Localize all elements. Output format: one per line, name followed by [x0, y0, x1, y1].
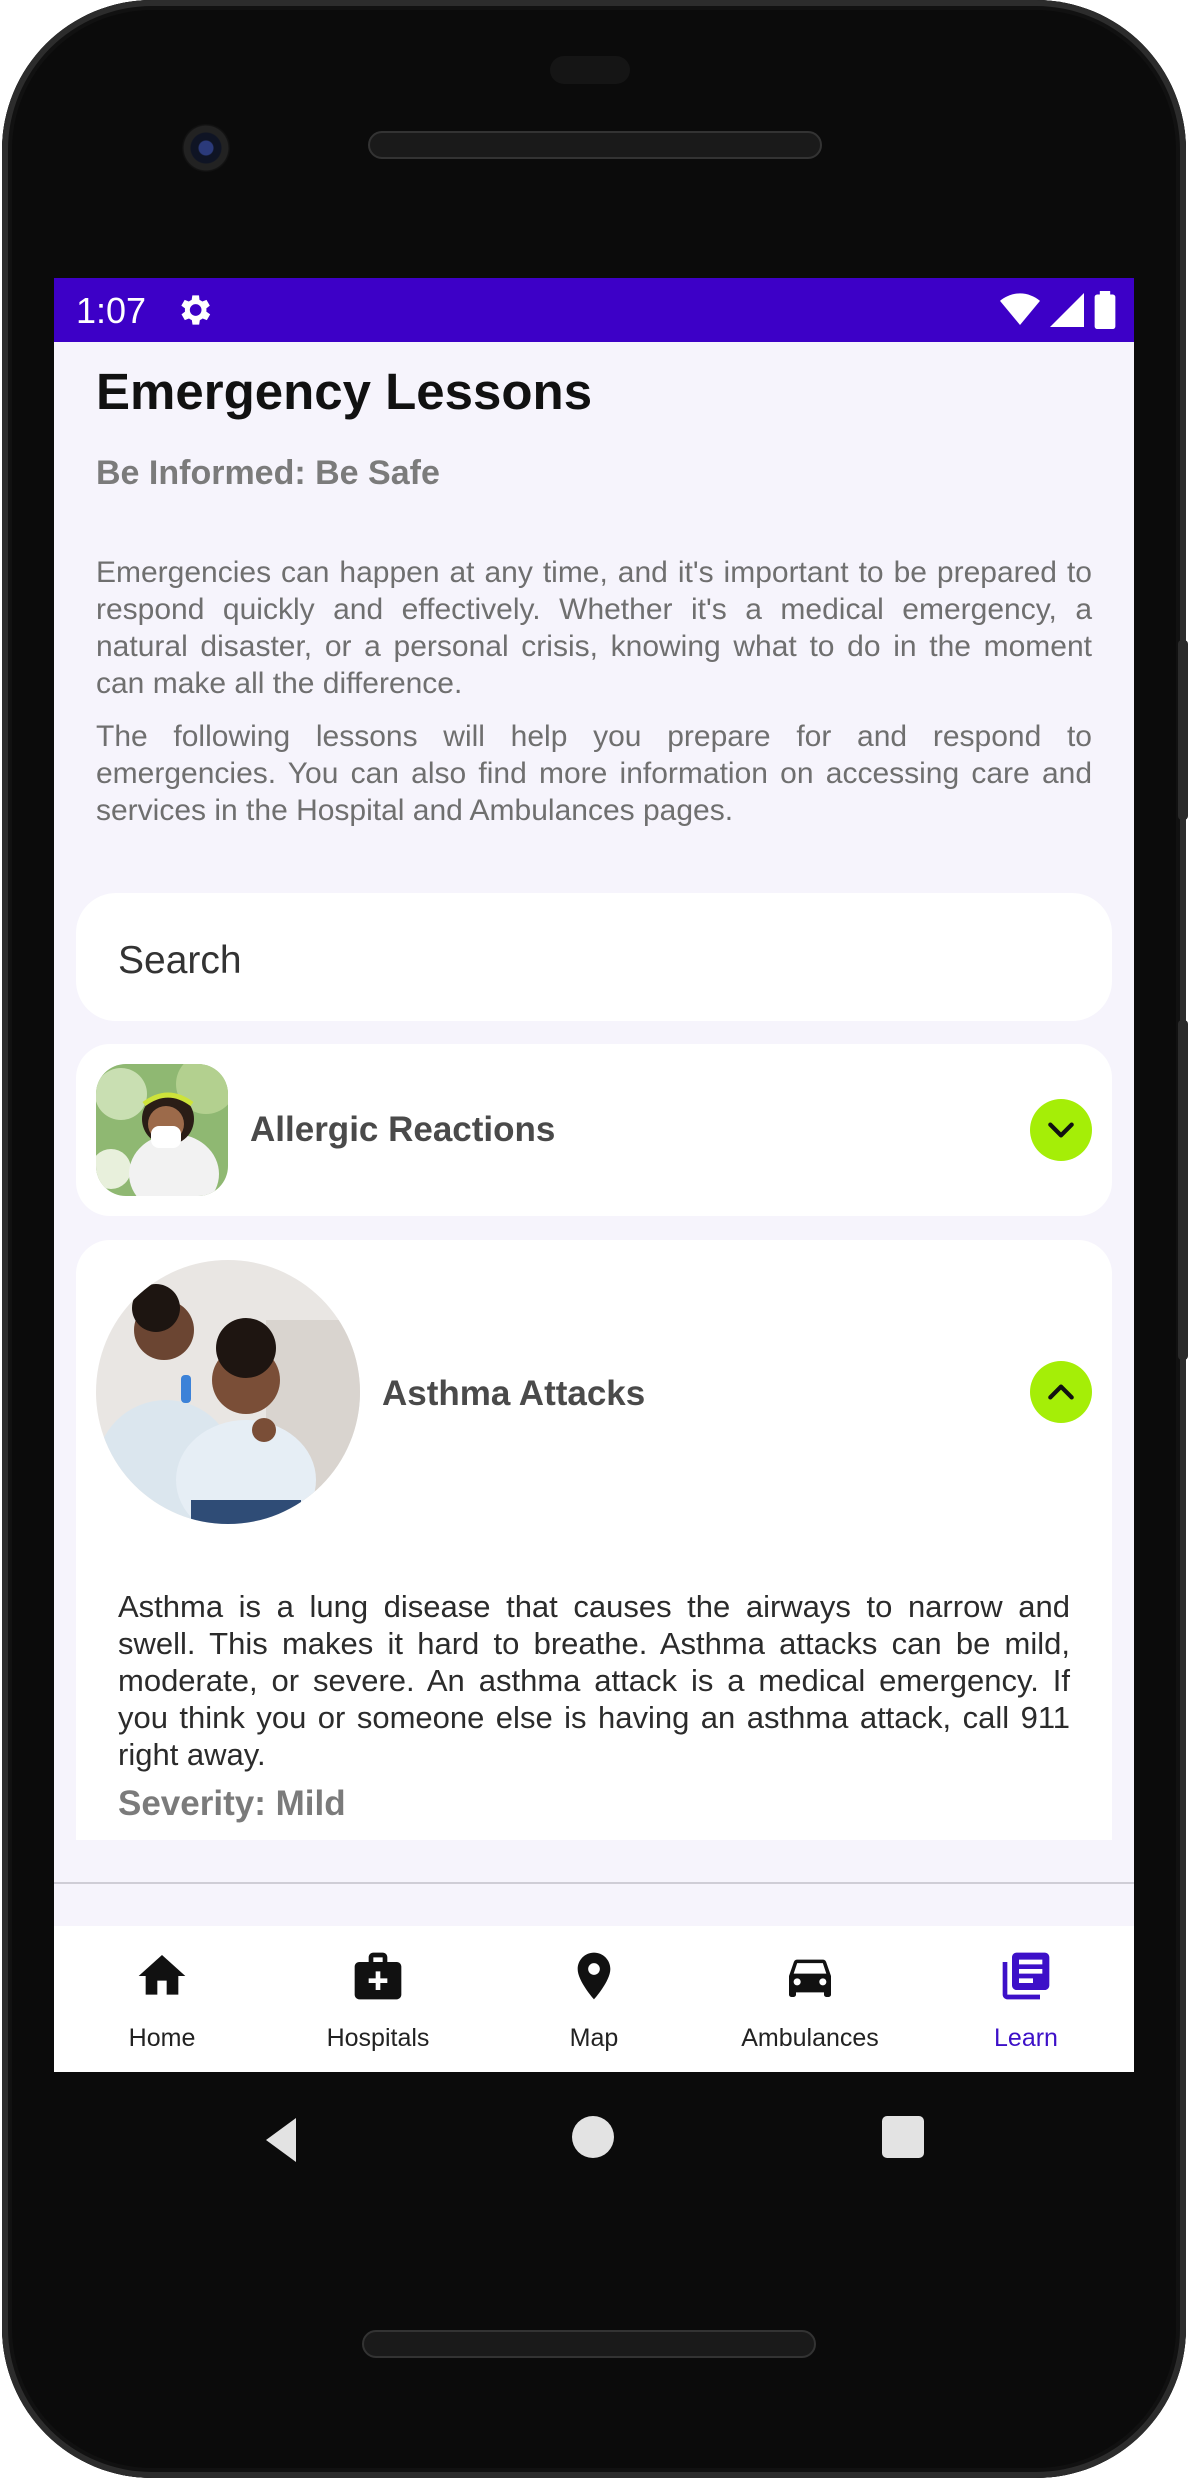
lesson-card-asthma-attacks[interactable]: Asthma Attacks Asthma is a lung disease … [76, 1240, 1112, 1840]
bottom-navigation: Home Hospitals Map Ambulances Learn [54, 1926, 1134, 2072]
search-input[interactable]: Search [76, 893, 1112, 1021]
status-bar: 1:07 [54, 278, 1134, 342]
lesson-title: Allergic Reactions [250, 1110, 556, 1149]
home-circle-icon[interactable] [572, 2116, 614, 2158]
battery-icon [1094, 291, 1116, 329]
home-icon [138, 1955, 186, 1995]
status-time: 1:07 [76, 290, 147, 331]
severity-label: Severity: Mild [118, 1784, 346, 1823]
nav-divider [54, 1882, 1134, 1884]
phone-frame: 1:07 Emergency Lessons Be Informed: Be S… [2, 0, 1188, 2478]
back-icon[interactable] [254, 2110, 314, 2170]
nav-item-ambulances[interactable]: Ambulances [710, 1926, 910, 2072]
lessons-content: Emergency Lessons Be Informed: Be Safe E… [54, 342, 1134, 2072]
nav-item-map[interactable]: Map [494, 1926, 694, 2072]
search-placeholder: Search [118, 939, 242, 982]
nav-label: Learn [994, 2024, 1058, 2052]
page-title: Emergency Lessons [96, 363, 593, 420]
volume-button [1178, 640, 1188, 820]
recent-apps-icon[interactable] [882, 2116, 924, 2158]
lesson-title: Asthma Attacks [382, 1374, 646, 1413]
app-screen: 1:07 Emergency Lessons Be Informed: Be S… [54, 278, 1134, 2072]
nav-label: Map [569, 2024, 619, 2052]
earpiece-speaker [368, 131, 822, 159]
front-camera [182, 124, 230, 172]
lesson-thumbnail [96, 1064, 228, 1196]
nav-item-learn[interactable]: Learn [926, 1926, 1126, 2072]
cellular-icon [1050, 293, 1084, 327]
intro-paragraph: Emergencies can happen at any time, and … [96, 556, 1092, 700]
proximity-sensor [550, 56, 630, 84]
lesson-thumbnail [96, 1260, 360, 1524]
library-books-icon [1002, 1952, 1050, 2000]
bottom-speaker [362, 2330, 816, 2358]
lesson-card-allergic-reactions[interactable]: Allergic Reactions [76, 1044, 1112, 1216]
wifi-icon [1000, 293, 1040, 325]
nav-item-hospitals[interactable]: Hospitals [278, 1926, 478, 2072]
collapse-button[interactable] [1030, 1361, 1092, 1423]
location-pin-icon [577, 1952, 611, 2000]
lesson-description: Asthma is a lung disease that causes the… [118, 1589, 1070, 1772]
nav-label: Hospitals [326, 2024, 430, 2052]
nav-label: Ambulances [741, 2024, 879, 2052]
medical-bag-icon [354, 1952, 402, 2000]
chevron-up-icon [1048, 1384, 1074, 1400]
car-icon [789, 1959, 831, 1997]
power-button [1178, 1020, 1188, 1360]
chevron-down-icon [1048, 1122, 1074, 1138]
expand-button[interactable] [1030, 1099, 1092, 1161]
nav-label: Home [128, 2024, 196, 2052]
gear-icon [181, 295, 211, 325]
page-subtitle: Be Informed: Be Safe [96, 454, 440, 492]
nav-item-home[interactable]: Home [62, 1926, 262, 2072]
intro-paragraph-secondary: The following lessons will help you prep… [96, 720, 1092, 827]
